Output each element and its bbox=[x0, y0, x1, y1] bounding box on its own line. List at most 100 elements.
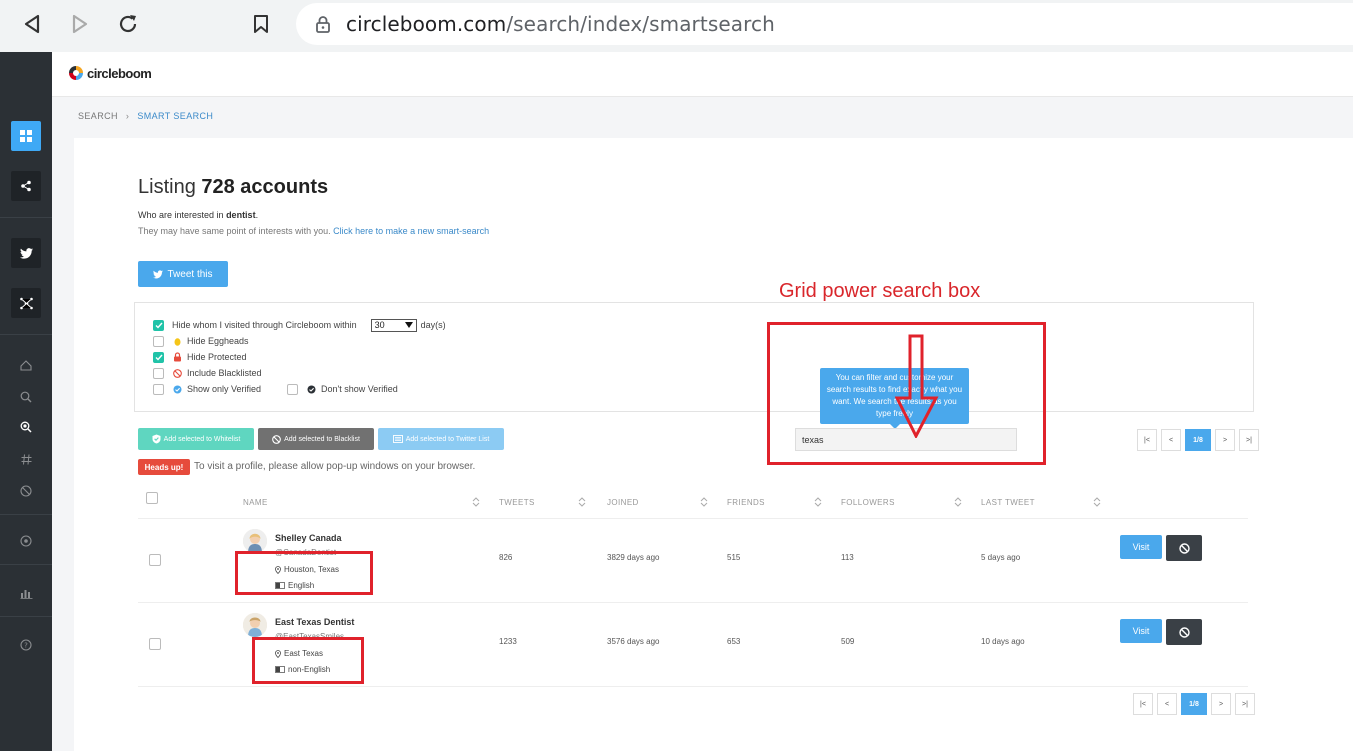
avatar[interactable] bbox=[243, 529, 267, 553]
dropdown-arrow-icon bbox=[404, 322, 413, 328]
hide-visited-checkbox[interactable] bbox=[153, 319, 164, 331]
only-verified-checkbox[interactable] bbox=[153, 383, 164, 395]
sidebar-divider bbox=[0, 514, 52, 515]
sort-icon[interactable] bbox=[954, 496, 962, 508]
sort-icon[interactable] bbox=[578, 496, 586, 508]
breadcrumb: SEARCH › SMART SEARCH bbox=[78, 111, 213, 121]
blacklist-icon[interactable] bbox=[11, 476, 41, 506]
tweet-this-label: Tweet this bbox=[167, 268, 213, 280]
reload-icon[interactable] bbox=[114, 10, 142, 38]
dashboard-icon[interactable] bbox=[11, 121, 41, 151]
cell-joined: 3576 days ago bbox=[607, 637, 660, 646]
sort-icon[interactable] bbox=[1093, 496, 1101, 508]
cell-last-tweet: 5 days ago bbox=[981, 553, 1021, 562]
filter-only-verified[interactable]: Show only Verified bbox=[153, 382, 261, 396]
verified-dark-icon bbox=[306, 384, 316, 394]
user-name[interactable]: East Texas Dentist bbox=[275, 617, 354, 627]
add-to-twitter-list-button[interactable]: Add selected to Twitter List bbox=[378, 428, 504, 450]
cell-friends: 653 bbox=[727, 637, 741, 646]
user-name[interactable]: Shelley Canada bbox=[275, 533, 342, 543]
filter-hide-protected[interactable]: Hide Protected bbox=[153, 350, 247, 364]
filter-dont-verified[interactable]: Don't show Verified bbox=[287, 382, 398, 396]
hide-protected-checkbox[interactable] bbox=[153, 351, 164, 363]
table-divider bbox=[138, 686, 1248, 687]
page-last-button[interactable]: >| bbox=[1239, 429, 1259, 451]
share-icon[interactable] bbox=[11, 171, 41, 201]
sort-icon[interactable] bbox=[472, 496, 480, 508]
analytics-icon[interactable] bbox=[11, 578, 41, 608]
filter-hide-eggheads[interactable]: Hide Eggheads bbox=[153, 334, 249, 348]
include-blacklisted-checkbox[interactable] bbox=[153, 367, 164, 379]
cell-tweets: 826 bbox=[499, 553, 513, 562]
column-header-followers[interactable]: FOLLOWERS bbox=[841, 498, 895, 507]
column-header-last-tweet[interactable]: LAST TWEET bbox=[981, 498, 1035, 507]
block-user-button[interactable] bbox=[1166, 619, 1202, 645]
cell-friends: 515 bbox=[727, 553, 741, 562]
page-prev-button[interactable]: < bbox=[1157, 693, 1177, 715]
page-current[interactable]: 1/8 bbox=[1181, 693, 1207, 715]
shield-check-icon bbox=[152, 434, 161, 444]
dont-verified-checkbox[interactable] bbox=[287, 383, 298, 395]
page-current[interactable]: 1/8 bbox=[1185, 429, 1211, 451]
visit-button[interactable]: Visit bbox=[1120, 619, 1162, 643]
annotation-box-row1 bbox=[235, 551, 373, 595]
column-header-friends[interactable]: FRIENDS bbox=[727, 498, 765, 507]
days-select[interactable]: 30 bbox=[370, 318, 417, 332]
circleboom-logo[interactable]: circleboom bbox=[68, 65, 152, 81]
filter-hide-visited[interactable]: Hide whom I visited through Circleboom w… bbox=[153, 318, 446, 332]
network-icon[interactable] bbox=[11, 288, 41, 318]
dont-verified-label: Don't show Verified bbox=[321, 384, 398, 394]
sidebar-divider bbox=[0, 334, 52, 335]
sidebar-divider bbox=[0, 217, 52, 218]
breadcrumb-chevron-icon: › bbox=[125, 111, 130, 121]
target-icon[interactable] bbox=[11, 526, 41, 556]
add-to-blacklist-button[interactable]: Add selected to Blacklist bbox=[258, 428, 374, 450]
include-blacklisted-label: Include Blacklisted bbox=[187, 368, 262, 378]
add-to-whitelist-button[interactable]: Add selected to Whitelist bbox=[138, 428, 254, 450]
table-divider bbox=[138, 518, 1248, 519]
page-title: Listing 728 accounts bbox=[138, 176, 329, 198]
page-first-button[interactable]: |< bbox=[1137, 429, 1157, 451]
smart-search-icon[interactable] bbox=[11, 412, 41, 442]
row-checkbox[interactable] bbox=[149, 554, 161, 566]
page-next-button[interactable]: > bbox=[1215, 429, 1235, 451]
page-prev-button[interactable]: < bbox=[1161, 429, 1181, 451]
address-bar[interactable]: circleboom.com/search/index/smartsearch bbox=[296, 3, 1353, 45]
select-all-checkbox[interactable] bbox=[146, 492, 158, 504]
page-last-button[interactable]: >| bbox=[1235, 693, 1255, 715]
new-smart-search-link[interactable]: Click here to make a new smart-search bbox=[333, 226, 489, 236]
twitter-icon[interactable] bbox=[11, 238, 41, 268]
tweet-this-button[interactable]: Tweet this bbox=[138, 261, 228, 287]
help-icon[interactable]: ? bbox=[11, 630, 41, 660]
annotation-label: Grid power search box bbox=[779, 280, 981, 302]
cell-followers: 113 bbox=[841, 553, 854, 562]
breadcrumb-current: SMART SEARCH bbox=[137, 111, 214, 121]
filter-include-blacklisted[interactable]: Include Blacklisted bbox=[153, 366, 262, 380]
hide-eggheads-checkbox[interactable] bbox=[153, 335, 164, 347]
popup-notice-text: To visit a profile, please allow pop-up … bbox=[194, 461, 476, 472]
pagination-bottom: |< < 1/8 > >| bbox=[1133, 693, 1255, 715]
column-header-joined[interactable]: JOINED bbox=[607, 498, 639, 507]
search-icon[interactable] bbox=[11, 382, 41, 412]
hashtag-icon[interactable] bbox=[11, 444, 41, 474]
column-header-tweets[interactable]: TWEETS bbox=[499, 498, 535, 507]
block-icon bbox=[272, 434, 281, 444]
visit-button[interactable]: Visit bbox=[1120, 535, 1162, 559]
sort-icon[interactable] bbox=[700, 496, 708, 508]
page-first-button[interactable]: |< bbox=[1133, 693, 1153, 715]
avatar[interactable] bbox=[243, 613, 267, 637]
row-checkbox[interactable] bbox=[149, 638, 161, 650]
block-icon bbox=[1178, 542, 1190, 554]
column-header-name[interactable]: NAME bbox=[243, 498, 268, 507]
block-user-button[interactable] bbox=[1166, 535, 1202, 561]
home-icon[interactable] bbox=[11, 350, 41, 380]
bookmark-icon[interactable] bbox=[247, 10, 275, 38]
sort-icon[interactable] bbox=[814, 496, 822, 508]
page-next-button[interactable]: > bbox=[1211, 693, 1231, 715]
back-icon[interactable] bbox=[18, 10, 46, 38]
circleboom-logo-icon bbox=[69, 66, 83, 80]
app-header: circleboom bbox=[52, 52, 1353, 97]
forward-icon[interactable] bbox=[66, 10, 94, 38]
cell-tweets: 1233 bbox=[499, 637, 517, 646]
breadcrumb-root[interactable]: SEARCH bbox=[78, 111, 118, 121]
